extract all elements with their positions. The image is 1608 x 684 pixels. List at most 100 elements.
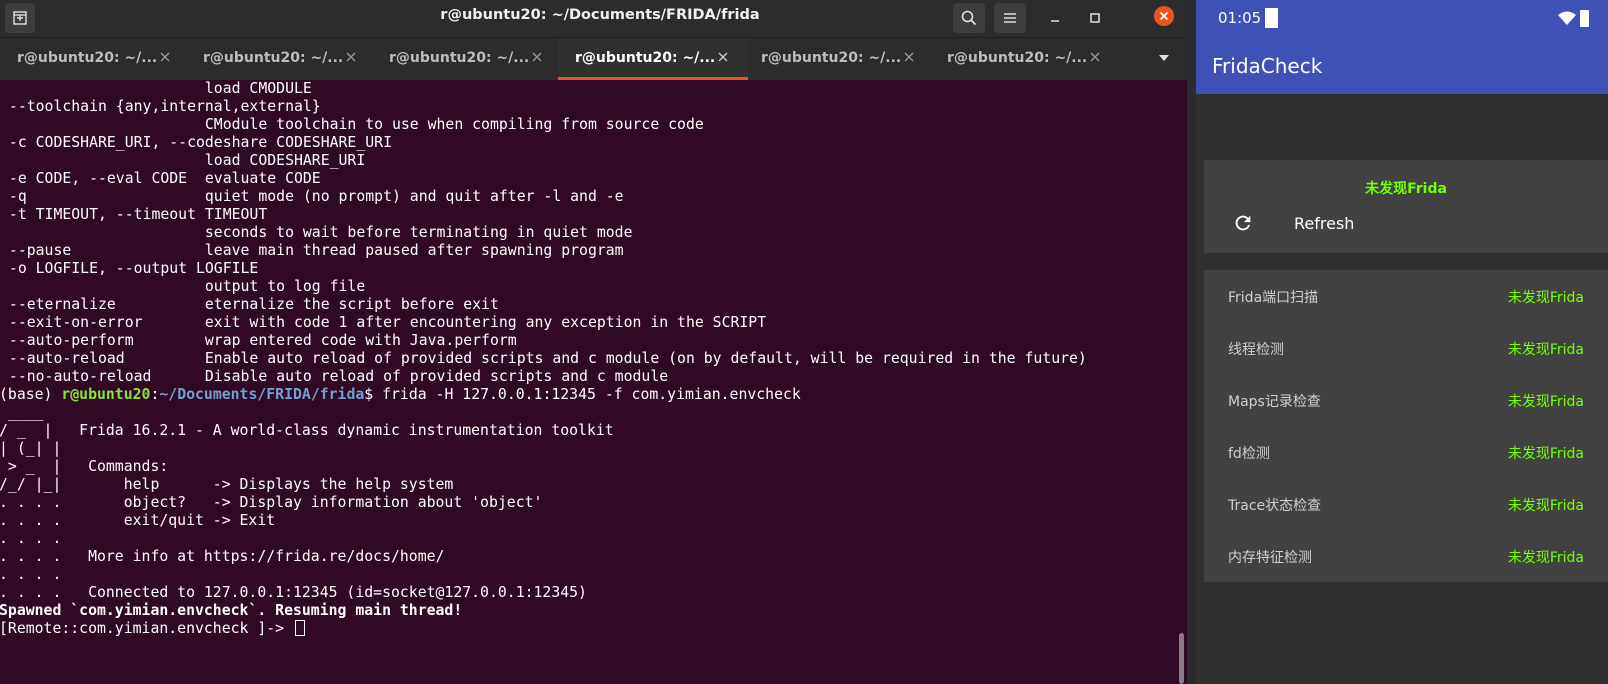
frida-banner-line: . . . . bbox=[0, 530, 62, 547]
tab-label: r@ubuntu20: ~/... bbox=[947, 50, 1088, 66]
app-bar: FridaCheck bbox=[1196, 37, 1608, 94]
output-line: output to log file bbox=[0, 278, 366, 295]
status-bar: 01:05 bbox=[1196, 0, 1608, 37]
tab-close-icon[interactable] bbox=[1088, 50, 1102, 64]
prompt-path: ~/Documents/FRIDA/frida bbox=[159, 386, 365, 403]
terminal-tab-3[interactable]: r@ubuntu20: ~/... bbox=[372, 38, 562, 80]
scrollbar-thumb[interactable] bbox=[1179, 633, 1184, 684]
new-tab-icon bbox=[13, 11, 27, 25]
notification-icon bbox=[1265, 8, 1278, 28]
output-line: CModule toolchain to use when compiling … bbox=[0, 116, 704, 133]
check-row-thread: 线程检测 未发现Frida bbox=[1204, 322, 1608, 374]
tab-close-icon[interactable] bbox=[530, 50, 544, 64]
terminal-tab-1[interactable]: r@ubuntu20: ~/... bbox=[0, 38, 190, 80]
refresh-button[interactable]: Refresh bbox=[1294, 214, 1354, 233]
check-status: 未发现Frida bbox=[1507, 498, 1584, 514]
check-status: 未发现Frida bbox=[1507, 550, 1584, 566]
refresh-icon[interactable] bbox=[1232, 212, 1254, 234]
output-line: load CODESHARE_URI bbox=[0, 152, 366, 169]
output-line: --eternalize eternalize the script befor… bbox=[0, 296, 499, 313]
check-row-port-scan: Frida端口扫描 未发现Frida bbox=[1204, 270, 1608, 322]
output-line: --auto-perform wrap entered code with Ja… bbox=[0, 332, 517, 349]
check-status: 未发现Frida bbox=[1507, 446, 1584, 462]
shell-command: frida -H 127.0.0.1:12345 -f com.yimian.e… bbox=[382, 386, 801, 403]
minimize-button[interactable] bbox=[1041, 4, 1069, 32]
frida-banner-line: > _ | Commands: bbox=[0, 458, 169, 475]
check-name: fd检测 bbox=[1228, 446, 1270, 462]
tab-bar: r@ubuntu20: ~/... r@ubuntu20: ~/... r@ub… bbox=[0, 37, 1187, 80]
status-time: 01:05 bbox=[1218, 9, 1262, 27]
check-row-fd: fd检测 未发现Frida bbox=[1204, 426, 1608, 478]
scrollbar[interactable] bbox=[1176, 80, 1187, 684]
tab-label: r@ubuntu20: ~/... bbox=[389, 50, 530, 66]
prompt-user-host: r@ubuntu20 bbox=[61, 386, 151, 403]
output-line: -c CODESHARE_URI, --codeshare CODESHARE_… bbox=[0, 134, 392, 151]
output-line: --pause leave main thread paused after s… bbox=[0, 242, 624, 259]
search-button[interactable] bbox=[953, 3, 985, 33]
output-line: --no-auto-reload Disable auto reload of … bbox=[0, 368, 669, 385]
frida-banner-line: . . . . More info at https://frida.re/do… bbox=[0, 548, 445, 565]
menu-button[interactable] bbox=[994, 3, 1026, 33]
tab-label: r@ubuntu20: ~/... bbox=[575, 50, 716, 66]
summary-card: 未发现Frida Refresh bbox=[1204, 160, 1608, 253]
terminal-tab-6[interactable]: r@ubuntu20: ~/... bbox=[930, 38, 1120, 80]
hamburger-menu-icon bbox=[1004, 13, 1016, 23]
tab-label: r@ubuntu20: ~/... bbox=[17, 50, 158, 66]
frida-banner-line: ____ bbox=[0, 404, 44, 421]
check-name: 内存特征检测 bbox=[1228, 550, 1312, 566]
terminal-tab-4-active[interactable]: r@ubuntu20: ~/... bbox=[558, 38, 748, 80]
check-status: 未发现Frida bbox=[1507, 394, 1584, 410]
output-line: -q quiet mode (no prompt) and quit after… bbox=[0, 188, 624, 205]
spawned-message: Spawned `com.yimian.envcheck`. Resuming … bbox=[0, 602, 463, 619]
output-line: load CMODULE bbox=[0, 80, 312, 97]
tab-label: r@ubuntu20: ~/... bbox=[203, 50, 344, 66]
tab-close-icon[interactable] bbox=[344, 50, 358, 64]
shell-prompt-line: (base) r@ubuntu20:~/Documents/FRIDA/frid… bbox=[0, 386, 801, 404]
android-screen: 01:05 FridaCheck 未发现Frida Refresh Frida端… bbox=[1196, 0, 1608, 684]
maximize-button[interactable] bbox=[1081, 4, 1109, 32]
wifi-icon bbox=[1558, 11, 1576, 25]
frida-banner-line: /_/ |_| help -> Displays the help system bbox=[0, 476, 454, 493]
output-line: seconds to wait before terminating in qu… bbox=[0, 224, 633, 241]
check-name: 线程检测 bbox=[1228, 342, 1284, 358]
terminal-tab-5[interactable]: r@ubuntu20: ~/... bbox=[744, 38, 934, 80]
checks-card: Frida端口扫描 未发现Frida 线程检测 未发现Frida Maps记录检… bbox=[1204, 270, 1608, 582]
terminal-output[interactable]: load CMODULE --toolchain {any,internal,e… bbox=[0, 80, 1176, 684]
check-name: Trace状态检查 bbox=[1228, 498, 1322, 514]
conda-env: (base) bbox=[0, 386, 62, 403]
frida-banner-line: / _ | Frida 16.2.1 - A world-class dynam… bbox=[0, 422, 614, 439]
terminal-tab-2[interactable]: r@ubuntu20: ~/... bbox=[186, 38, 376, 80]
check-status: 未发现Frida bbox=[1507, 342, 1584, 358]
new-tab-button[interactable] bbox=[5, 3, 35, 33]
close-button[interactable] bbox=[1154, 6, 1174, 26]
check-row-memory: 内存特征检测 未发现Frida bbox=[1204, 530, 1608, 582]
minimize-icon bbox=[1051, 20, 1059, 22]
tab-close-icon[interactable] bbox=[716, 50, 730, 64]
tab-label: r@ubuntu20: ~/... bbox=[761, 50, 902, 66]
output-line: --toolchain {any,internal,external} bbox=[0, 98, 321, 115]
tab-close-icon[interactable] bbox=[902, 50, 916, 64]
output-line: --exit-on-error exit with code 1 after e… bbox=[0, 314, 767, 331]
title-bar: r@ubuntu20: ~/Documents/FRIDA/frida bbox=[0, 0, 1187, 37]
tab-close-icon[interactable] bbox=[158, 50, 172, 64]
check-row-maps: Maps记录检查 未发现Frida bbox=[1204, 374, 1608, 426]
output-line: -e CODE, --eval CODE evaluate CODE bbox=[0, 170, 321, 187]
app-title: FridaCheck bbox=[1212, 54, 1323, 78]
overall-status: 未发现Frida bbox=[1365, 181, 1447, 197]
repl-prompt-line[interactable]: [Remote::com.yimian.envcheck ]-> bbox=[0, 620, 305, 638]
window-title: r@ubuntu20: ~/Documents/FRIDA/frida bbox=[440, 7, 760, 23]
frida-banner-line: . . . . Connected to 127.0.0.1:12345 (id… bbox=[0, 584, 587, 601]
window-divider bbox=[1187, 0, 1196, 684]
repl-prompt: [Remote::com.yimian.envcheck ]-> bbox=[0, 620, 293, 637]
frida-banner-line: . . . . exit/quit -> Exit bbox=[0, 512, 276, 529]
frida-banner-line: | (_| | bbox=[0, 440, 62, 457]
chevron-down-icon[interactable] bbox=[1156, 52, 1172, 64]
search-icon bbox=[961, 10, 977, 26]
close-icon bbox=[1159, 11, 1169, 21]
output-line: --auto-reload Enable auto reload of prov… bbox=[0, 350, 1087, 367]
maximize-icon bbox=[1090, 13, 1100, 23]
terminal-window: r@ubuntu20: ~/Documents/FRIDA/frida r@ub… bbox=[0, 0, 1187, 684]
battery-icon bbox=[1580, 10, 1589, 27]
check-name: Frida端口扫描 bbox=[1228, 290, 1319, 306]
frida-banner-line: . . . . bbox=[0, 566, 62, 583]
